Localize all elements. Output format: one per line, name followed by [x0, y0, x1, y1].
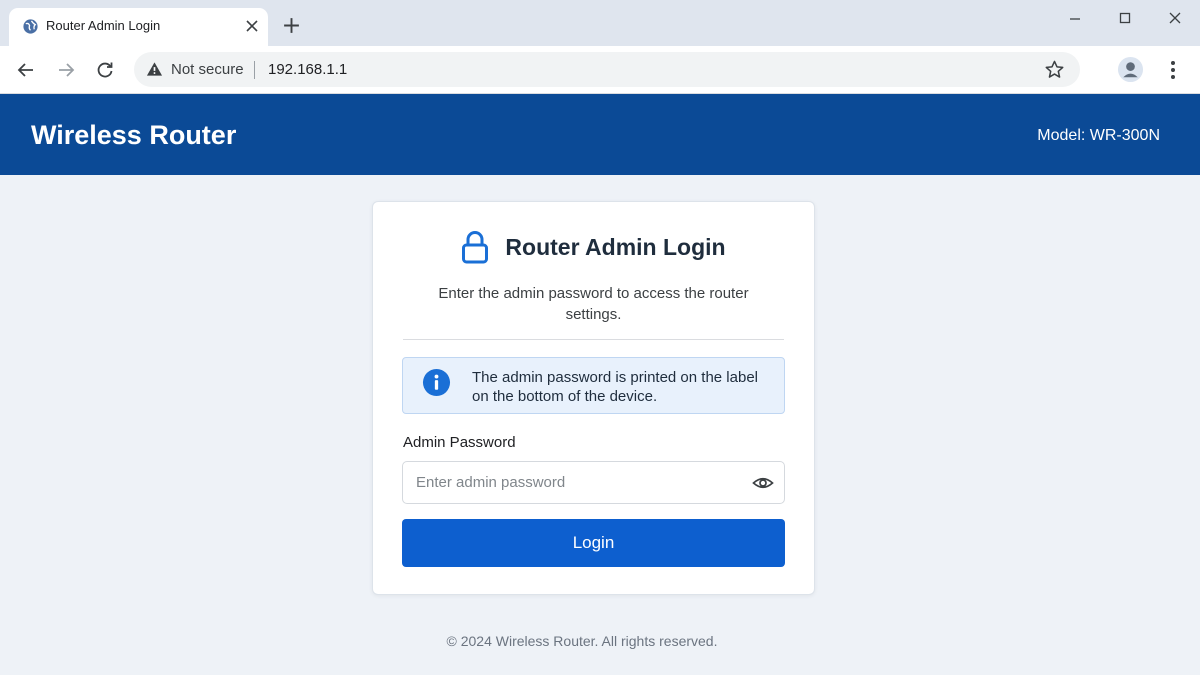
password-label: Admin Password — [403, 434, 516, 451]
lock-icon — [462, 231, 489, 264]
browser-toolbar: Not secure 192.168.1.1 — [0, 46, 1200, 94]
url-text[interactable]: 192.168.1.1 — [268, 61, 347, 78]
minimize-button[interactable] — [1060, 8, 1090, 28]
card-title-row: Router Admin Login — [373, 230, 814, 264]
info-notice: The admin password is printed on the lab… — [402, 357, 785, 414]
minimize-icon — [1070, 18, 1080, 20]
profile-icon[interactable] — [1117, 56, 1144, 83]
card-divider — [403, 339, 784, 340]
maximize-button[interactable] — [1110, 8, 1140, 28]
model-label: Model: WR-300N — [1037, 127, 1160, 144]
reload-icon — [97, 62, 113, 78]
address-bar[interactable]: Not secure 192.168.1.1 — [134, 52, 1080, 87]
eye-icon[interactable] — [752, 473, 774, 493]
info-text: The admin password is printed on the lab… — [472, 369, 758, 405]
arrow-right-icon — [59, 63, 75, 77]
kebab-menu-icon[interactable] — [1162, 58, 1184, 82]
password-field — [402, 461, 785, 504]
arrow-left-icon — [17, 63, 33, 77]
login-subtitle: Enter the admin password to access the r… — [438, 285, 749, 323]
password-input[interactable] — [403, 462, 743, 503]
reload-button[interactable] — [92, 57, 118, 83]
close-icon — [1169, 12, 1181, 24]
forward-button[interactable] — [53, 57, 79, 83]
page-content: Router Admin Login Enter the admin passw… — [0, 175, 1200, 675]
back-button[interactable] — [13, 57, 39, 83]
site-header: Wireless Router Model: WR-300N — [0, 94, 1200, 175]
globe-icon — [23, 19, 38, 34]
page-title: Router Admin Login — [505, 233, 726, 260]
close-window-button[interactable] — [1160, 8, 1190, 28]
login-button[interactable]: Login — [402, 519, 785, 567]
security-status[interactable]: Not secure — [171, 61, 244, 78]
footer-text: © 2024 Wireless Router. All rights reser… — [446, 633, 718, 649]
brand-title: Wireless Router — [31, 120, 237, 150]
close-icon[interactable] — [245, 19, 259, 33]
info-icon — [422, 368, 451, 397]
login-card: Router Admin Login Enter the admin passw… — [372, 201, 815, 595]
star-icon[interactable] — [1044, 59, 1065, 80]
tab-title: Router Admin Login — [46, 18, 161, 33]
address-divider — [254, 61, 255, 79]
plus-icon[interactable] — [282, 16, 301, 35]
browser-tab[interactable]: Router Admin Login — [9, 8, 268, 46]
tab-strip: Router Admin Login — [0, 0, 1200, 46]
maximize-icon — [1119, 12, 1131, 24]
warning-triangle-icon — [146, 62, 163, 76]
